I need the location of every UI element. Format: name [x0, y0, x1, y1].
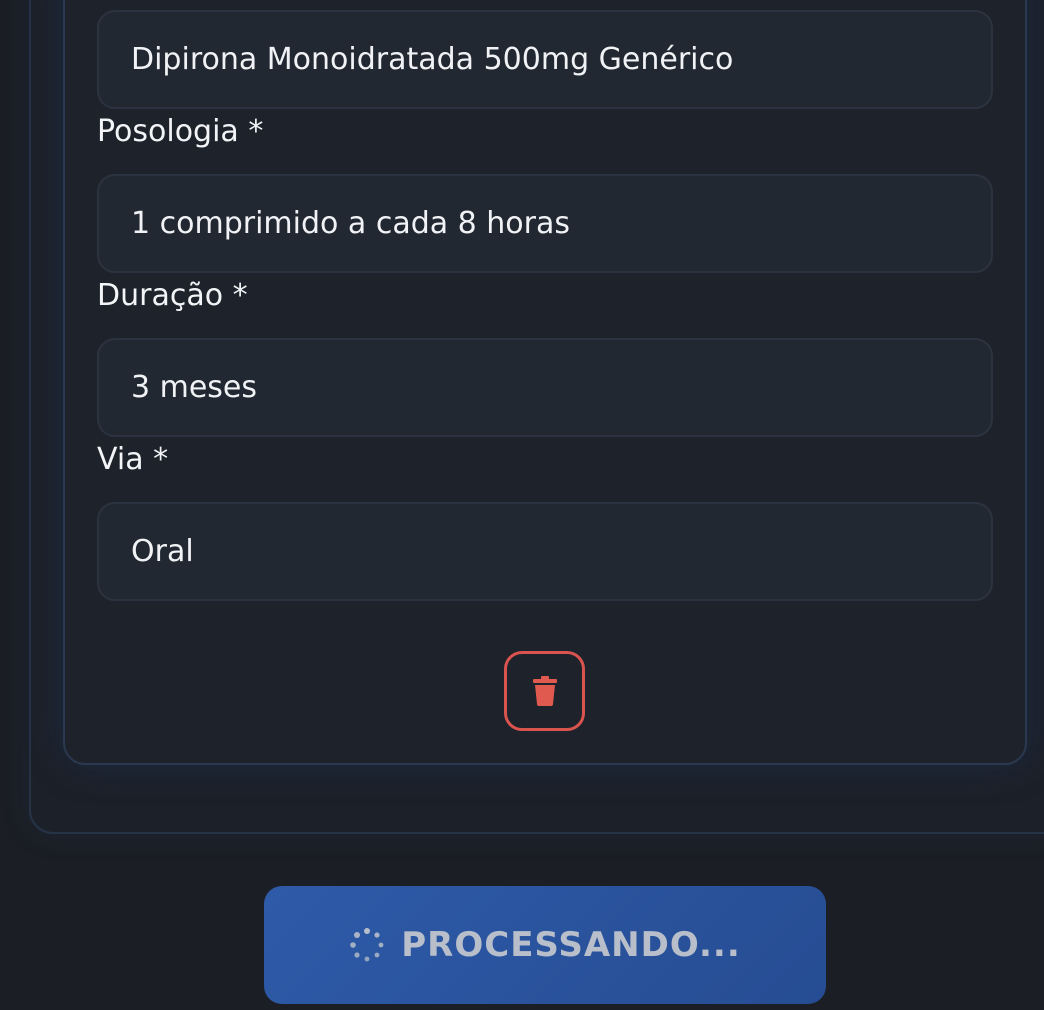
- duration-input[interactable]: [97, 338, 993, 437]
- posology-input[interactable]: [97, 174, 993, 273]
- spinner-icon: [350, 928, 384, 962]
- submit-button[interactable]: PROCESSANDO...: [264, 886, 826, 1004]
- delete-medication-button[interactable]: [504, 651, 585, 731]
- medication-name-input[interactable]: [97, 10, 993, 109]
- posology-label: Posologia *: [97, 114, 264, 149]
- submit-button-label: PROCESSANDO...: [401, 925, 741, 965]
- route-input[interactable]: [97, 502, 993, 601]
- trash-icon: [532, 676, 557, 706]
- route-label: Via *: [97, 442, 169, 477]
- duration-label: Duração *: [97, 278, 248, 313]
